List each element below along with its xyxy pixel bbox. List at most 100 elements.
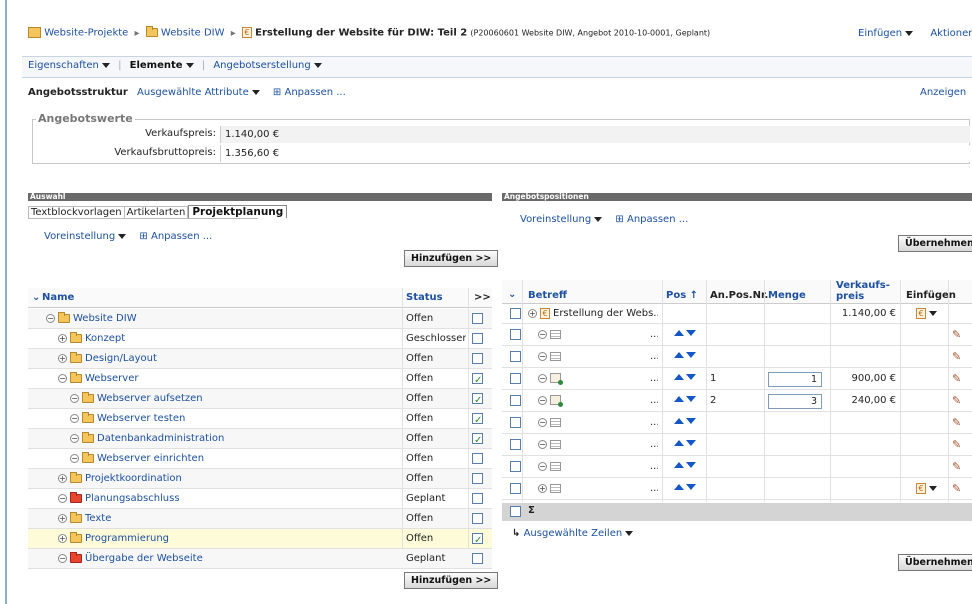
- insert-offer-icon[interactable]: €: [916, 307, 926, 319]
- actions-menu[interactable]: Aktionen: [930, 28, 972, 39]
- tree-row[interactable]: − Datenbankadministration Offen: [28, 429, 492, 449]
- tree-item-label[interactable]: Programmierung: [85, 533, 169, 544]
- chevron-down-icon[interactable]: [929, 485, 937, 491]
- tree-row[interactable]: − Webserver aufsetzen Offen: [28, 389, 492, 409]
- move-up-icon[interactable]: [674, 484, 684, 490]
- row-checkbox[interactable]: [510, 438, 521, 450]
- position-row[interactable]: −... ✎: [502, 434, 972, 456]
- tree-row[interactable]: + Projektkoordination Offen: [28, 469, 492, 489]
- tree-row[interactable]: + Programmierung Offen: [28, 529, 492, 549]
- move-checkbox[interactable]: [472, 332, 483, 344]
- move-checkbox[interactable]: [472, 492, 483, 504]
- collapse-icon[interactable]: −: [46, 313, 55, 323]
- expand-icon[interactable]: +: [58, 353, 67, 363]
- sum-checkbox[interactable]: [510, 506, 521, 517]
- more-ellipsis[interactable]: ...: [650, 412, 658, 434]
- col-qty[interactable]: Menge: [768, 290, 806, 301]
- tree-item-label[interactable]: Webserver aufsetzen: [97, 393, 203, 404]
- tree-row[interactable]: − Übergabe der Webseite Geplant: [28, 549, 492, 569]
- row-checkbox[interactable]: [510, 416, 521, 428]
- chevron-down-icon[interactable]: [929, 310, 937, 316]
- selected-rows-menu[interactable]: ↳ Ausgewählte Zeilen: [512, 528, 634, 539]
- move-checkbox[interactable]: [472, 411, 483, 429]
- insert-offer-icon[interactable]: €: [916, 482, 926, 494]
- collapse-icon[interactable]: −: [538, 351, 547, 361]
- move-up-icon[interactable]: [674, 374, 684, 380]
- col-subject[interactable]: Betreff: [528, 290, 567, 301]
- move-up-icon[interactable]: [674, 352, 684, 358]
- move-checkbox[interactable]: [472, 352, 483, 364]
- collapse-icon[interactable]: −: [70, 433, 79, 443]
- tree-item-label[interactable]: Projektkoordination: [85, 473, 182, 484]
- collapse-icon[interactable]: −: [538, 461, 547, 471]
- tree-row[interactable]: + Konzept Geschlossen: [28, 329, 492, 349]
- edit-pencil-icon[interactable]: ✎: [952, 482, 961, 495]
- col-price[interactable]: Verkaufs-preis: [836, 280, 890, 302]
- col-pos[interactable]: Pos ↑: [666, 290, 698, 301]
- collapse-icon[interactable]: −: [58, 373, 67, 383]
- expand-icon[interactable]: +: [58, 533, 67, 543]
- move-up-icon[interactable]: [674, 418, 684, 424]
- tree-item-label[interactable]: Texte: [85, 513, 111, 524]
- move-checkbox[interactable]: [472, 431, 483, 449]
- collapse-icon[interactable]: −: [538, 417, 547, 427]
- collapse-icon[interactable]: −: [70, 413, 79, 423]
- tree-item-label[interactable]: Datenbankadministration: [97, 433, 224, 444]
- position-row[interactable]: −... 2 3 240,00 € ✎: [502, 390, 972, 412]
- subnav-customize[interactable]: ⊞ Anpassen ...: [273, 87, 346, 98]
- expand-icon[interactable]: +: [538, 483, 547, 493]
- tree-item-label[interactable]: Webserver einrichten: [97, 453, 204, 464]
- tree-row[interactable]: − Website DIW Offen: [28, 309, 492, 329]
- col-name[interactable]: Name: [42, 292, 74, 303]
- tree-row[interactable]: − Webserver einrichten Offen: [28, 449, 492, 469]
- move-checkbox[interactable]: [472, 312, 483, 324]
- row-checkbox[interactable]: [510, 460, 521, 472]
- position-row[interactable]: −... 1 1 900,00 € ✎: [502, 368, 972, 390]
- move-checkbox[interactable]: [472, 391, 483, 409]
- more-ellipsis[interactable]: ...: [650, 346, 658, 368]
- move-down-icon[interactable]: [686, 462, 696, 468]
- edit-pencil-icon[interactable]: ✎: [952, 328, 961, 341]
- collapse-icon[interactable]: −: [70, 453, 79, 463]
- row-checkbox[interactable]: [510, 307, 521, 319]
- right-preset-menu[interactable]: Voreinstellung: [520, 214, 603, 225]
- move-down-icon[interactable]: [686, 396, 696, 402]
- row-checkbox[interactable]: [510, 482, 521, 494]
- edit-pencil-icon[interactable]: ✎: [952, 394, 961, 407]
- move-checkbox[interactable]: [472, 552, 483, 564]
- move-checkbox[interactable]: [472, 371, 483, 389]
- more-ellipsis[interactable]: ...: [650, 434, 658, 456]
- position-row[interactable]: −... ✎: [502, 324, 972, 346]
- breadcrumb-item-website[interactable]: Website DIW: [161, 28, 225, 39]
- expand-icon[interactable]: +: [58, 473, 67, 483]
- show-link[interactable]: Anzeigen: [920, 87, 966, 98]
- tree-row[interactable]: − Webserver Offen: [28, 369, 492, 389]
- collapse-icon[interactable]: −: [70, 393, 79, 403]
- position-row[interactable]: + € Erstellung der Webs... 1.140,00 € €: [502, 304, 972, 324]
- position-row[interactable]: −... ✎: [502, 412, 972, 434]
- tree-item-label[interactable]: Planungsabschluss: [85, 493, 180, 504]
- move-up-icon[interactable]: [674, 440, 684, 446]
- tab-elements[interactable]: Elemente: [130, 60, 194, 71]
- move-checkbox[interactable]: [472, 531, 483, 549]
- apply-button-top[interactable]: Übernehmen: [898, 235, 972, 252]
- add-button-bottom[interactable]: Hinzufügen >>: [404, 572, 499, 589]
- tree-item-label[interactable]: Konzept: [85, 333, 125, 344]
- expand-icon[interactable]: +: [58, 333, 67, 343]
- move-checkbox[interactable]: [472, 452, 483, 464]
- collapse-icon[interactable]: −: [538, 373, 547, 383]
- move-down-icon[interactable]: [686, 484, 696, 490]
- move-down-icon[interactable]: [686, 374, 696, 380]
- insert-menu[interactable]: Einfügen: [858, 28, 914, 39]
- move-checkbox[interactable]: [472, 512, 483, 524]
- tree-item-label[interactable]: Design/Layout: [85, 353, 157, 364]
- more-ellipsis[interactable]: ...: [650, 368, 658, 390]
- subnav-structure[interactable]: Angebotsstruktur: [28, 87, 128, 98]
- breadcrumb-item-projects[interactable]: Website-Projekte: [44, 28, 128, 39]
- position-row[interactable]: −... ✎: [502, 456, 972, 478]
- edit-pencil-icon[interactable]: ✎: [952, 438, 961, 451]
- row-checkbox[interactable]: [510, 328, 521, 340]
- edit-pencil-icon[interactable]: ✎: [952, 350, 961, 363]
- more-ellipsis[interactable]: ...: [650, 478, 658, 500]
- tree-item-label[interactable]: Webserver: [85, 373, 138, 384]
